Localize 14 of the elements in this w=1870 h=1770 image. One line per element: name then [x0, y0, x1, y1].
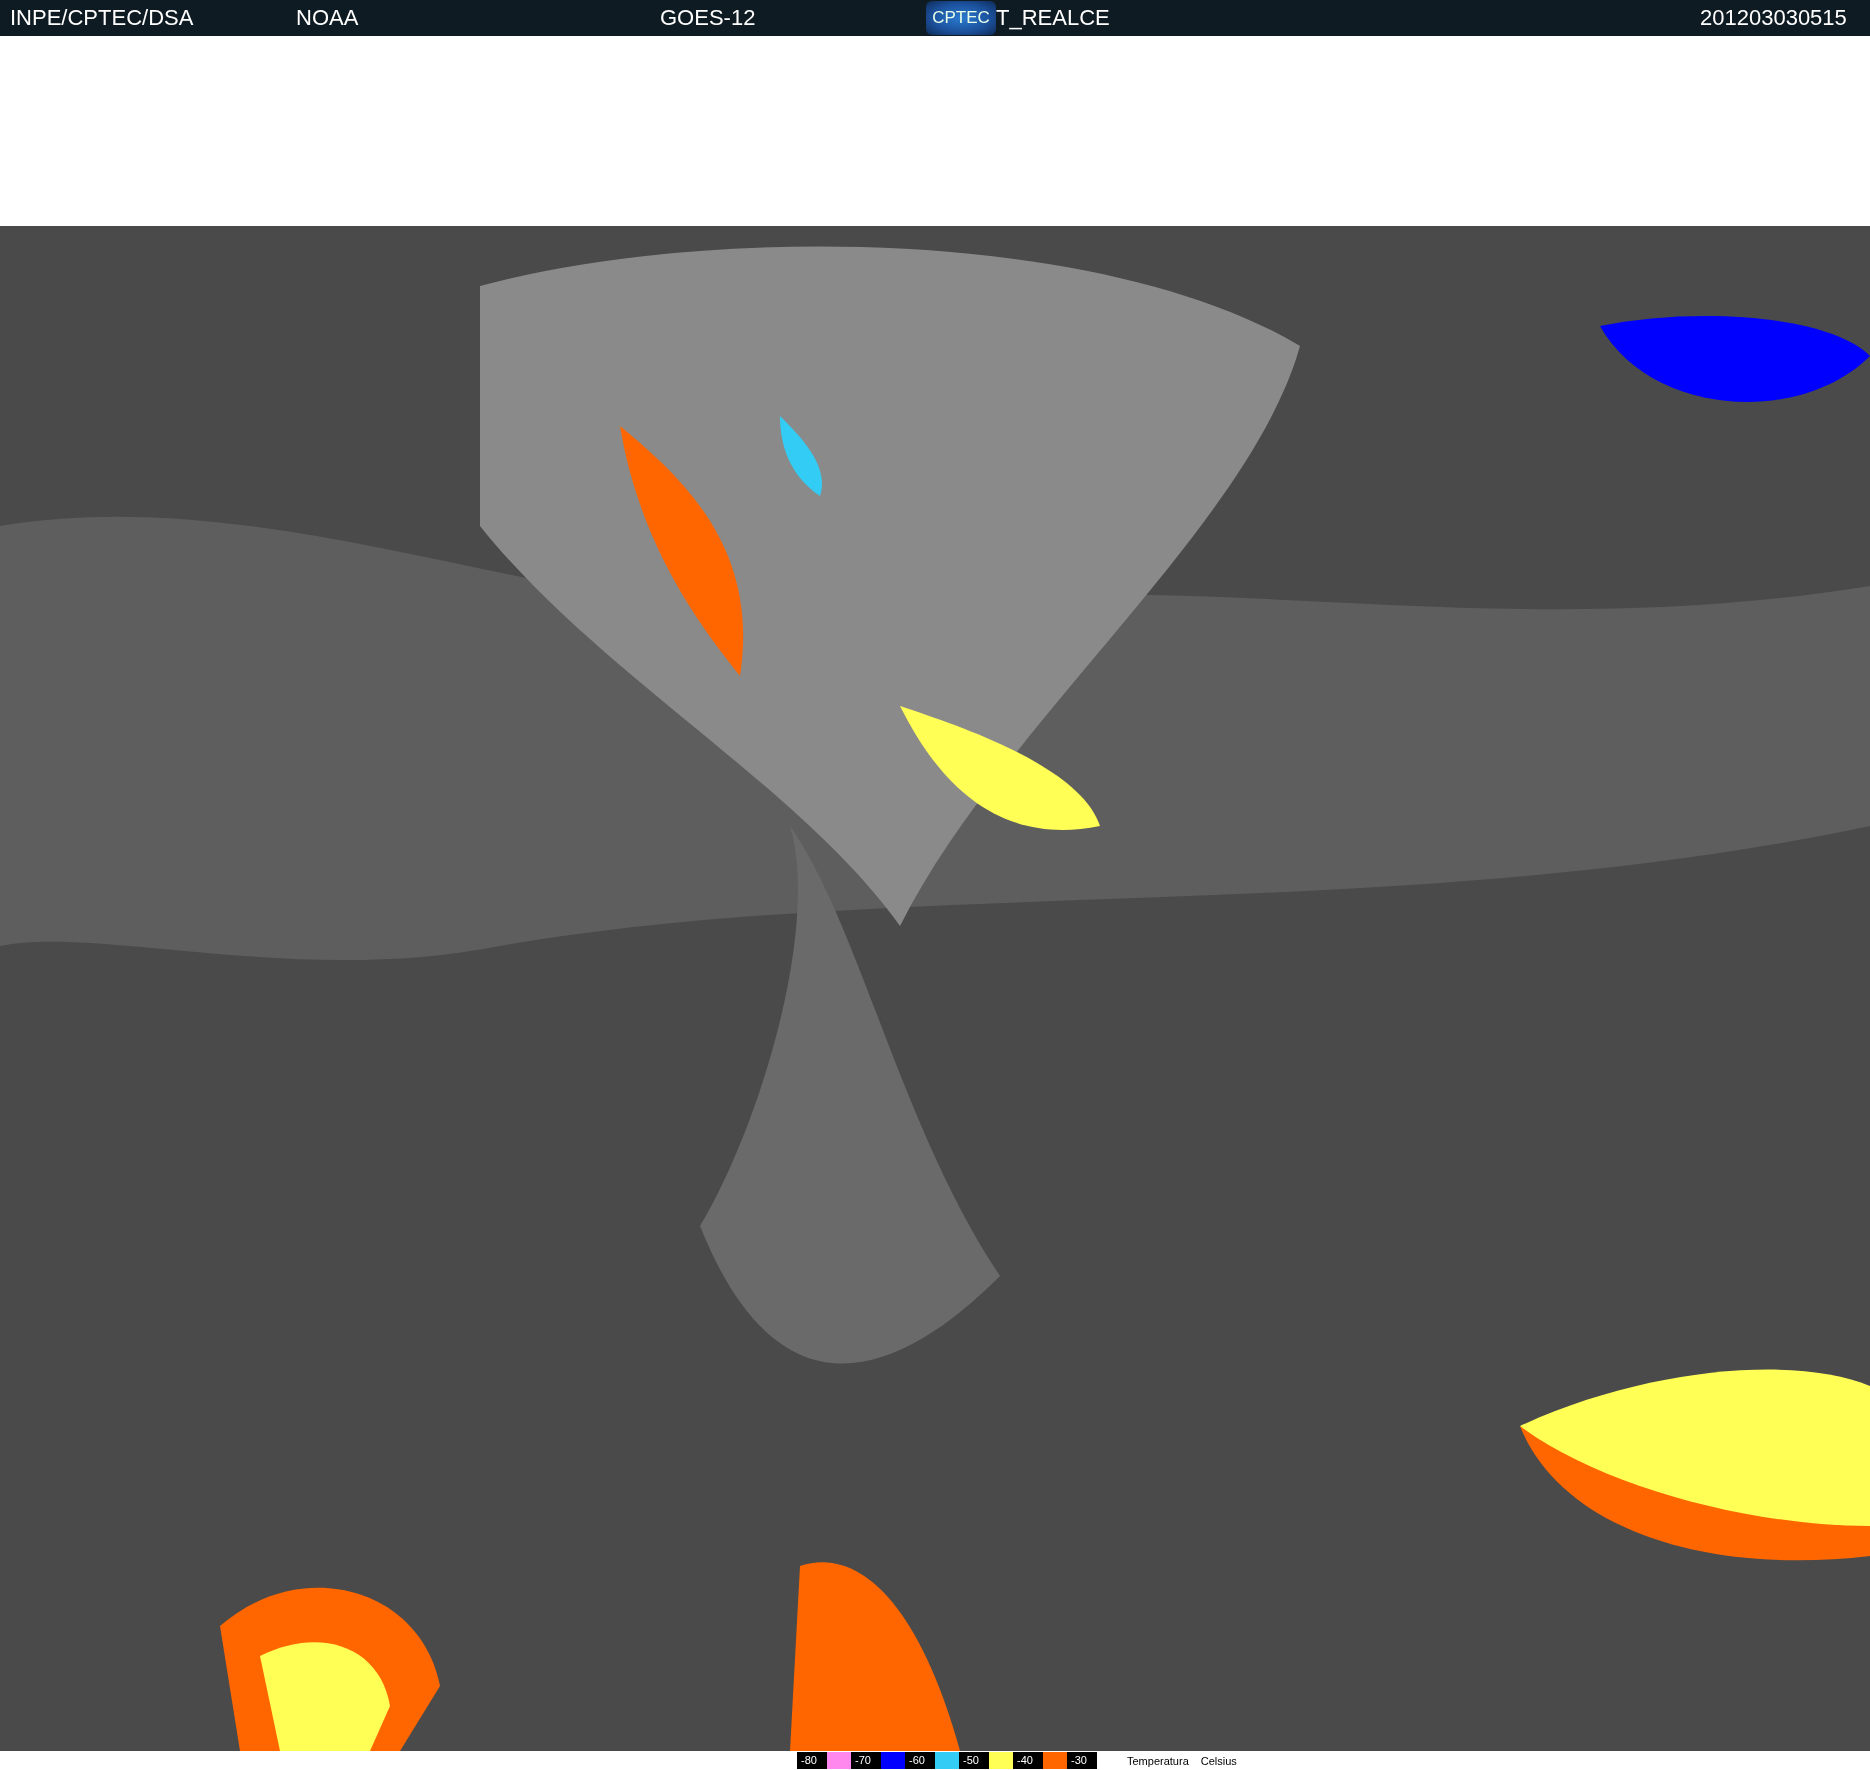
timestamp-label: 201203030515: [1700, 5, 1848, 31]
legend-title: Temperatura: [1127, 1754, 1189, 1767]
legend-label: -30: [1067, 1752, 1097, 1769]
logo: CPTEC: [926, 1, 996, 35]
legend-label: -80: [797, 1752, 827, 1769]
source-label: INPE/CPTEC/DSA: [10, 5, 195, 31]
legend-label: -70: [851, 1752, 881, 1769]
product-label: T_REALCE: [996, 5, 1111, 31]
agency-label: NOAA: [296, 5, 360, 31]
legend-label: -40: [1013, 1752, 1043, 1769]
legend-label: -60: [905, 1752, 935, 1769]
legend-label: -50: [959, 1752, 989, 1769]
unit-label: Celsius: [1200, 1754, 1237, 1767]
satellite-label: GOES-12: [660, 5, 757, 31]
